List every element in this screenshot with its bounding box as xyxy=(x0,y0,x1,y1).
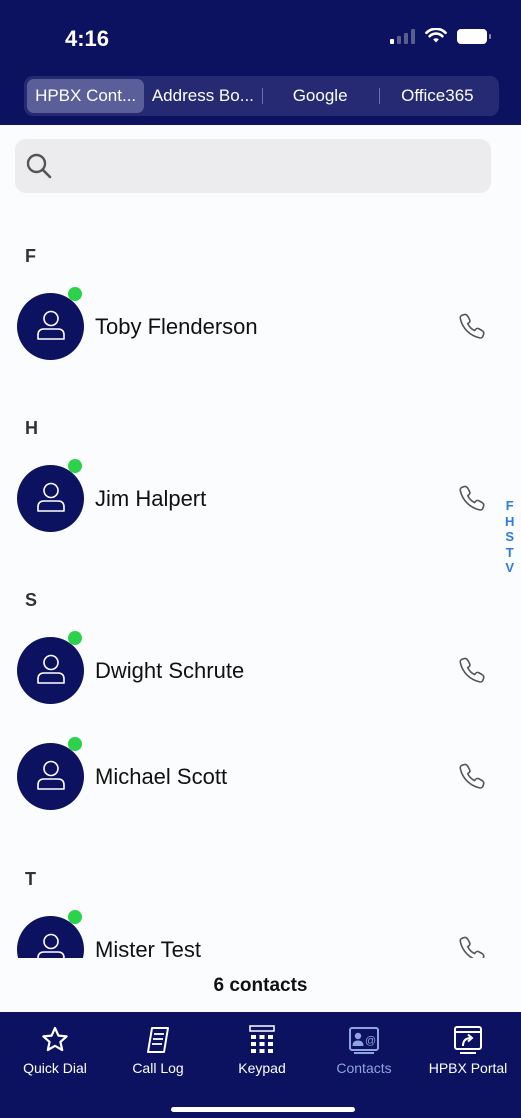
contact-row[interactable]: Toby Flenderson xyxy=(0,287,500,367)
status-time: 4:16 xyxy=(65,26,110,51)
contact-source-tabs: HPBX Cont... Address Bo... Google Office… xyxy=(24,76,499,116)
avatar xyxy=(17,631,84,704)
avatar xyxy=(17,459,84,532)
tab-hpbx-contacts[interactable]: HPBX Cont... xyxy=(27,79,145,113)
index-letter[interactable]: T xyxy=(506,545,514,561)
person-icon xyxy=(37,654,65,684)
app-header: 4:16 HPBX Cont... Address Bo... Google O… xyxy=(0,0,521,125)
presence-indicator xyxy=(68,737,82,751)
avatar xyxy=(17,737,84,810)
home-indicator xyxy=(171,1107,355,1112)
cellular-signal-icon xyxy=(390,28,415,44)
contact-row[interactable]: Dwight Schrute xyxy=(0,631,500,711)
person-icon xyxy=(37,310,65,340)
svg-text:@: @ xyxy=(365,1035,376,1047)
star-icon xyxy=(42,1026,68,1052)
section-header-f: F xyxy=(25,246,36,266)
tab-google[interactable]: Google xyxy=(261,79,379,113)
index-letter[interactable]: S xyxy=(505,529,514,545)
search-icon xyxy=(26,153,52,179)
phone-icon[interactable] xyxy=(457,311,487,341)
portal-icon xyxy=(454,1026,482,1054)
wifi-icon xyxy=(425,28,447,43)
person-icon xyxy=(37,760,65,790)
index-letter[interactable]: V xyxy=(505,560,514,576)
section-header-h: H xyxy=(25,418,38,438)
tab-contacts[interactable]: @ Contacts xyxy=(314,1022,414,1084)
person-icon xyxy=(37,933,65,958)
index-letter[interactable]: F xyxy=(506,498,514,514)
call-log-icon xyxy=(147,1027,169,1053)
contact-name: Mister Test xyxy=(95,937,201,958)
contact-name: Michael Scott xyxy=(95,764,228,789)
contact-row[interactable]: Mister Test xyxy=(0,910,500,958)
index-letter[interactable]: H xyxy=(505,514,514,530)
tab-label: Contacts xyxy=(336,1060,392,1076)
presence-indicator xyxy=(68,910,82,924)
tab-address-book[interactable]: Address Bo... xyxy=(144,79,261,113)
phone-icon[interactable] xyxy=(457,483,487,513)
contact-name: Toby Flenderson xyxy=(95,314,258,339)
section-header-t: T xyxy=(25,869,36,889)
keypad-icon xyxy=(249,1025,275,1053)
battery-icon xyxy=(457,28,491,44)
tab-office365[interactable]: Office365 xyxy=(378,79,496,113)
search-bar[interactable] xyxy=(15,139,491,193)
contact-name: Jim Halpert xyxy=(95,486,207,511)
tab-quick-dial[interactable]: Quick Dial xyxy=(5,1022,105,1084)
presence-indicator xyxy=(68,287,82,301)
phone-icon[interactable] xyxy=(457,761,487,791)
alphabet-index[interactable]: F H S T V xyxy=(505,498,514,576)
person-icon xyxy=(37,482,65,512)
list-viewport-edge: Mister Test xyxy=(0,904,521,958)
bottom-tab-bar: Quick Dial Call Log Keypad @ Contacts HP… xyxy=(0,1012,521,1118)
tab-label: Keypad xyxy=(238,1060,286,1076)
section-header-s: S xyxy=(25,590,38,610)
tab-keypad[interactable]: Keypad xyxy=(212,1022,312,1084)
tab-hpbx-portal[interactable]: HPBX Portal xyxy=(418,1022,518,1084)
presence-indicator xyxy=(68,459,82,473)
avatar xyxy=(17,287,84,360)
search-input[interactable] xyxy=(65,139,485,193)
contact-row[interactable]: Michael Scott xyxy=(0,737,500,817)
phone-icon[interactable] xyxy=(457,655,487,685)
phone-icon[interactable] xyxy=(457,934,487,958)
presence-indicator xyxy=(68,631,82,645)
avatar xyxy=(17,910,84,958)
contacts-icon: @ xyxy=(349,1027,379,1054)
contact-name: Dwight Schrute xyxy=(95,658,245,683)
contact-count: 6 contacts xyxy=(213,975,308,996)
tab-label: HPBX Portal xyxy=(428,1060,508,1076)
contact-row[interactable]: Jim Halpert xyxy=(0,459,500,539)
tab-label: Call Log xyxy=(132,1060,184,1076)
tab-call-log[interactable]: Call Log xyxy=(108,1022,208,1084)
tab-label: Quick Dial xyxy=(23,1060,87,1076)
status-icons xyxy=(390,28,491,44)
